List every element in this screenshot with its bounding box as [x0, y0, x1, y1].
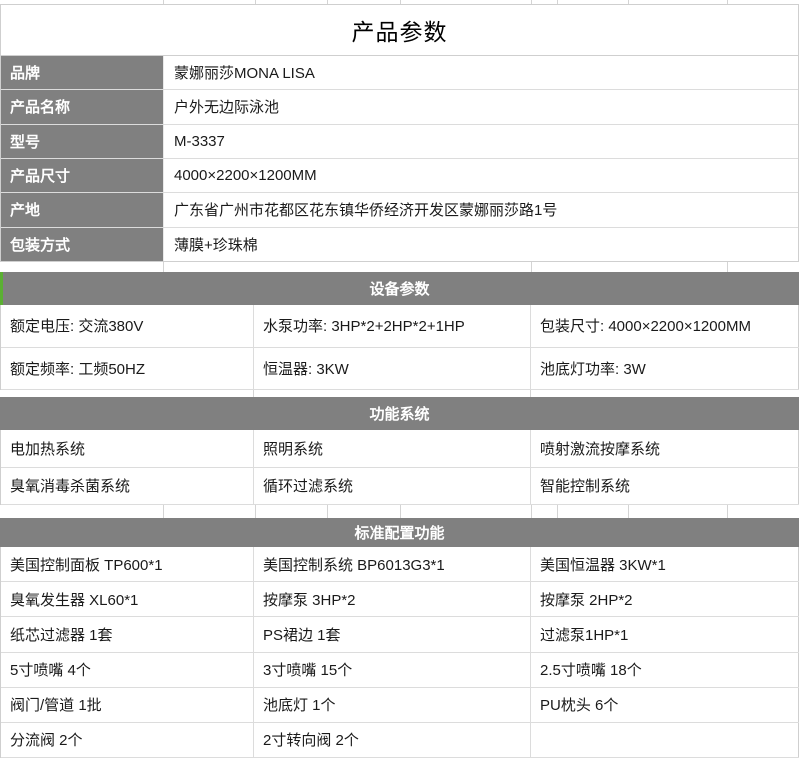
spec-cell: 额定电压: 交流380V [1, 305, 254, 348]
gridline-strip [0, 390, 799, 397]
info-row-size: 产品尺寸 4000×2200×1200MM [1, 158, 798, 194]
gridline [628, 0, 629, 4]
top-gridline-strip [0, 0, 799, 4]
info-row-packaging: 包装方式 薄膜+珍珠棉 [1, 227, 798, 261]
functions-table: 电加热系统 照明系统 喷射激流按摩系统 臭氧消毒杀菌系统 循环过滤系统 智能控制… [0, 430, 799, 505]
spec-cell: 3寸喷嘴 15个 [254, 652, 531, 688]
gridline [255, 0, 256, 4]
spec-cell: 5寸喷嘴 4个 [1, 652, 254, 688]
info-row-model: 型号 M-3337 [1, 124, 798, 159]
section-header-label: 设备参数 [369, 281, 430, 298]
info-value: 蒙娜丽莎MONA LISA [174, 65, 315, 83]
gridline [163, 505, 164, 518]
spec-cell: 喷射激流按摩系统 [531, 430, 799, 468]
info-label: 型号 [1, 124, 164, 158]
spec-cell: PS裙边 1套 [254, 617, 531, 653]
equipment-table: 额定电压: 交流380V 水泵功率: 3HP*2+2HP*2+1HP 包装尺寸:… [0, 305, 799, 390]
spec-cell: 分流阀 2个 [1, 722, 254, 758]
info-value: 薄膜+珍珠棉 [174, 236, 258, 254]
spec-cell: 按摩泵 2HP*2 [531, 582, 799, 618]
gridline-strip [0, 505, 799, 518]
gridline [163, 262, 164, 272]
info-value: 4000×2200×1200MM [174, 167, 317, 185]
gridline [557, 505, 558, 518]
info-value: 广东省广州市花都区花东镇华侨经济开发区蒙娜丽莎路1号 [174, 202, 558, 220]
info-table: 品牌 蒙娜丽莎MONA LISA 产品名称 户外无边际泳池 型号 M-3337 … [0, 56, 799, 262]
spec-cell: 臭氧发生器 XL60*1 [1, 582, 254, 618]
gridline [531, 262, 532, 272]
spec-cell empty [531, 723, 799, 758]
spec-cell: 额定频率: 工频50HZ [1, 347, 254, 390]
spec-cell: 池底灯功率: 3W [531, 348, 799, 390]
gridline [327, 505, 328, 518]
spec-cell: 照明系统 [254, 430, 531, 468]
gridline [327, 0, 328, 4]
gridline [255, 505, 256, 518]
section-header-label: 标准配置功能 [354, 525, 445, 542]
spec-cell: 美国恒温器 3KW*1 [531, 547, 799, 583]
section-header-functions: 功能系统 [0, 397, 799, 430]
info-row-product-name: 产品名称 户外无边际泳池 [1, 90, 798, 125]
spec-cell: 循环过滤系统 [254, 467, 531, 505]
gridline [400, 0, 401, 4]
section-header-equipment: 设备参数 [0, 272, 799, 305]
info-label: 产品尺寸 [1, 158, 164, 193]
spec-cell: 智能控制系统 [531, 468, 799, 505]
spec-cell: 恒温器: 3KW [254, 347, 531, 390]
spec-cell: 2寸转向阀 2个 [254, 722, 531, 758]
section-header-label: 功能系统 [369, 406, 430, 423]
info-value: M-3337 [174, 132, 225, 150]
gridline [628, 505, 629, 518]
green-accent-strip [0, 272, 3, 305]
spec-cell: 阀门/管道 1批 [1, 687, 254, 723]
spec-cell: 包装尺寸: 4000×2200×1200MM [531, 305, 799, 348]
spec-cell: 纸芯过滤器 1套 [1, 617, 254, 653]
standard-config-table: 美国控制面板 TP600*1 美国控制系统 BP6013G3*1 美国恒温器 3… [0, 547, 799, 758]
section-header-standard-config: 标准配置功能 [0, 518, 799, 547]
spec-cell: 电加热系统 [1, 430, 254, 468]
gridline [253, 390, 254, 397]
spec-cell: 臭氧消毒杀菌系统 [1, 467, 254, 505]
gridline [727, 262, 728, 272]
gridline [400, 505, 401, 518]
gridline [163, 0, 164, 4]
spec-cell: 2.5寸喷嘴 18个 [531, 653, 799, 688]
gridline [530, 390, 531, 397]
page-title: 产品参数 [0, 4, 799, 56]
product-spec-sheet: 产品参数 品牌 蒙娜丽莎MONA LISA 产品名称 户外无边际泳池 型号 M-… [0, 0, 799, 758]
gridline-strip [0, 262, 799, 272]
gridline [727, 0, 728, 4]
info-label: 产品名称 [1, 90, 164, 124]
spec-cell: 美国控制系统 BP6013G3*1 [254, 547, 531, 583]
info-label: 产地 [1, 193, 164, 227]
info-value: 户外无边际泳池 [174, 99, 280, 117]
spec-cell: 水泵功率: 3HP*2+2HP*2+1HP [254, 305, 531, 348]
info-label: 包装方式 [1, 227, 164, 261]
spec-cell: 过滤泵1HP*1 [531, 617, 799, 653]
spec-cell: 池底灯 1个 [254, 687, 531, 723]
spec-cell: 美国控制面板 TP600*1 [1, 547, 254, 583]
gridline [531, 505, 532, 518]
info-row-origin: 产地 广东省广州市花都区花东镇华侨经济开发区蒙娜丽莎路1号 [1, 193, 798, 228]
gridline [557, 0, 558, 4]
info-row-brand: 品牌 蒙娜丽莎MONA LISA [1, 56, 798, 91]
info-label: 品牌 [1, 56, 164, 90]
gridline [531, 0, 532, 4]
gridline [727, 505, 728, 518]
spec-cell: PU枕头 6个 [531, 688, 799, 723]
spec-cell: 按摩泵 3HP*2 [254, 582, 531, 618]
